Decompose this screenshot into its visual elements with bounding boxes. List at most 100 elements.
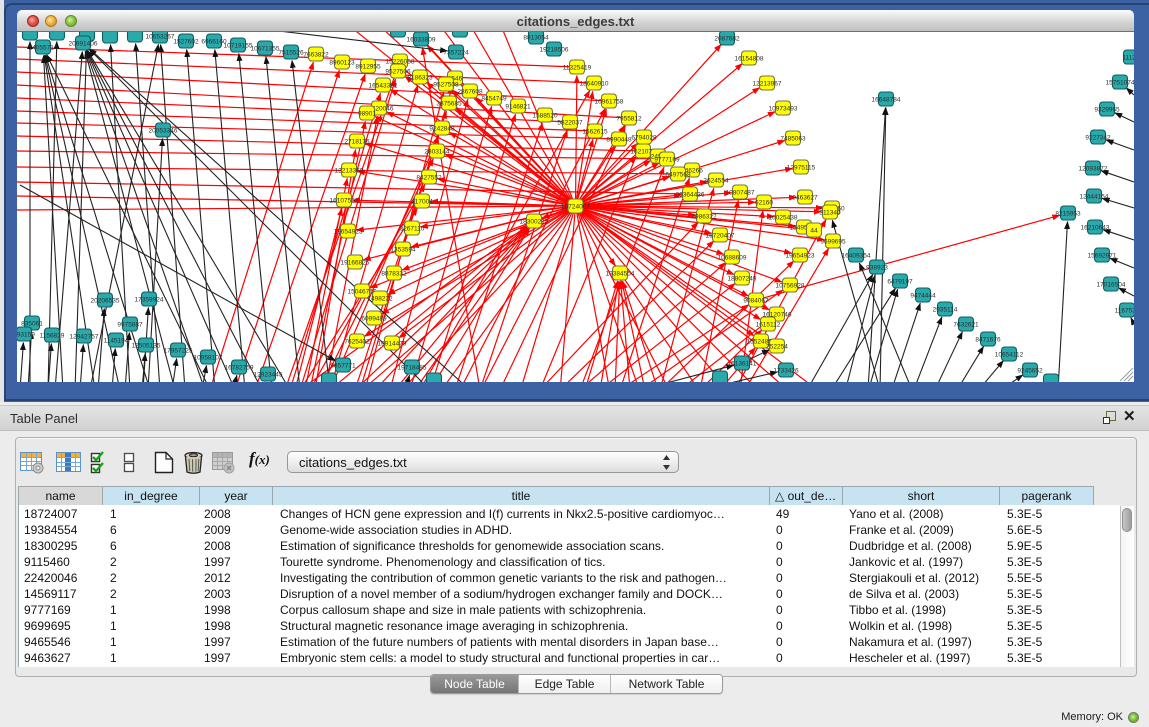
svg-text:3875685: 3875685 (436, 101, 462, 108)
svg-text:8427552: 8427552 (416, 175, 442, 182)
svg-text:19654923: 19654923 (334, 229, 363, 236)
svg-text:10653267: 10653267 (146, 34, 175, 41)
svg-text:12975115: 12975115 (787, 165, 816, 172)
svg-text:15751074: 15751074 (1106, 80, 1134, 87)
svg-text:12213967: 12213967 (753, 81, 782, 88)
svg-text:1527602: 1527602 (173, 39, 199, 46)
svg-text:12093872: 12093872 (1079, 166, 1108, 173)
svg-text:16648784: 16648784 (872, 97, 901, 104)
svg-text:9084067: 9084067 (743, 298, 769, 305)
svg-text:11123: 11123 (1122, 55, 1134, 62)
svg-text:1167533: 1167533 (1115, 308, 1134, 315)
svg-text:16033809: 16033809 (407, 37, 436, 44)
svg-text:7625402: 7625402 (344, 339, 370, 346)
svg-text:11325419: 11325419 (563, 65, 592, 72)
svg-text:3267110: 3267110 (400, 226, 425, 233)
svg-text:16914479: 16914479 (378, 341, 407, 348)
svg-text:1615112: 1615112 (756, 322, 781, 329)
svg-text:9699695: 9699695 (820, 239, 846, 246)
svg-text:7955812: 7955812 (616, 116, 642, 123)
svg-text:9227342: 9227342 (1085, 135, 1111, 142)
svg-text:16782759: 16782759 (225, 365, 254, 372)
svg-text:20206535: 20206535 (91, 298, 120, 305)
svg-text:19218506: 19218506 (540, 47, 569, 54)
svg-text:9242848: 9242848 (429, 126, 455, 133)
svg-text:19166825: 19166825 (341, 260, 370, 267)
svg-text:10961758: 10961758 (595, 99, 624, 106)
svg-text:10719155: 10719155 (224, 43, 253, 50)
svg-text:17957225: 17957225 (164, 348, 193, 355)
svg-text:7515526: 7515526 (278, 50, 304, 57)
svg-text:16543382: 16543382 (369, 83, 398, 90)
svg-text:18640910: 18640910 (580, 81, 609, 88)
svg-text:10807487: 10807487 (726, 190, 755, 197)
svg-text:10958107: 10958107 (194, 355, 223, 362)
svg-text:311340: 311340 (819, 210, 841, 217)
svg-text:16107552: 16107552 (330, 198, 359, 205)
svg-text:62160: 62160 (755, 200, 773, 207)
svg-text:12505135: 12505135 (132, 343, 161, 350)
svg-text:7485063: 7485063 (780, 136, 806, 143)
svg-text:20053346: 20053346 (149, 128, 178, 135)
svg-text:16409354: 16409354 (842, 253, 871, 260)
svg-text:19384554: 19384554 (606, 271, 635, 278)
svg-text:12942757: 12942757 (70, 334, 99, 341)
svg-text:10756928: 10756928 (776, 283, 805, 290)
svg-text:14055714: 14055714 (29, 45, 58, 52)
svg-text:1733426: 1733426 (773, 368, 799, 375)
svg-text:2935114: 2935114 (933, 307, 958, 314)
svg-text:9857771: 9857771 (330, 363, 356, 370)
svg-text:1156829: 1156829 (40, 333, 65, 340)
svg-text:8215953: 8215953 (1055, 211, 1081, 218)
svg-text:18807249: 18807249 (728, 276, 757, 283)
svg-text:9975887: 9975887 (117, 322, 143, 329)
svg-text:9463627: 9463627 (792, 195, 818, 202)
svg-text:252254: 252254 (766, 344, 788, 351)
svg-text:7357224: 7357224 (443, 50, 469, 57)
svg-text:9146821: 9146821 (505, 104, 531, 111)
svg-text:6497568: 6497568 (665, 172, 691, 179)
svg-text:10654112: 10654112 (995, 352, 1024, 359)
svg-text:8186323: 8186323 (407, 75, 433, 82)
svg-text:8912955: 8912955 (355, 64, 381, 71)
svg-text:16154808: 16154808 (735, 56, 764, 63)
svg-text:10025438: 10025438 (769, 215, 798, 222)
svg-text:1145194: 1145194 (104, 338, 129, 345)
svg-text:9777169: 9777169 (654, 157, 680, 164)
svg-text:9527508: 9527508 (433, 82, 459, 89)
svg-text:7632621: 7632621 (953, 322, 979, 329)
svg-text:1562615: 1562615 (582, 129, 608, 136)
svg-text:17016504: 17016504 (1097, 282, 1126, 289)
svg-text:15136141: 15136141 (728, 361, 757, 368)
svg-text:2718176: 2718176 (344, 139, 370, 146)
svg-text:20691406: 20691406 (69, 41, 98, 48)
svg-text:393159: 393159 (17, 332, 35, 339)
svg-text:8454749: 8454749 (481, 96, 507, 103)
svg-text:1588520: 1588520 (532, 113, 558, 120)
svg-text:12213369: 12213369 (335, 168, 364, 175)
svg-text:8471676: 8471676 (975, 337, 1001, 344)
svg-text:2087682: 2087682 (714, 36, 740, 43)
svg-text:18300215: 18300215 (520, 219, 549, 226)
svg-text:938923: 938923 (866, 265, 888, 272)
svg-text:3624554: 3624554 (703, 178, 729, 185)
svg-text:8960123: 8960123 (329, 60, 355, 67)
svg-text:17359924: 17359924 (135, 297, 164, 304)
svg-text:15720407: 15720407 (706, 233, 735, 240)
svg-text:6794028: 6794028 (631, 135, 657, 142)
svg-text:2867608: 2867608 (457, 89, 483, 96)
svg-text:10671355: 10671355 (251, 46, 280, 53)
svg-text:12923445: 12923445 (254, 372, 283, 379)
svg-text:18724007: 18724007 (561, 204, 590, 211)
svg-text:6099489: 6099489 (361, 316, 387, 323)
svg-text:9245652: 9245652 (1017, 368, 1043, 375)
svg-text:1353594: 1353594 (390, 247, 416, 254)
svg-text:1498222: 1498222 (367, 296, 393, 303)
svg-text:98901: 98901 (358, 111, 376, 118)
svg-text:19654923: 19654923 (786, 253, 815, 260)
svg-text:8990448: 8990448 (606, 137, 632, 144)
svg-text:7663822: 7663822 (303, 52, 329, 59)
svg-text:2803144: 2803144 (424, 149, 450, 156)
svg-text:15692971: 15692971 (1088, 253, 1117, 260)
svg-text:19718485: 19718485 (398, 365, 427, 372)
